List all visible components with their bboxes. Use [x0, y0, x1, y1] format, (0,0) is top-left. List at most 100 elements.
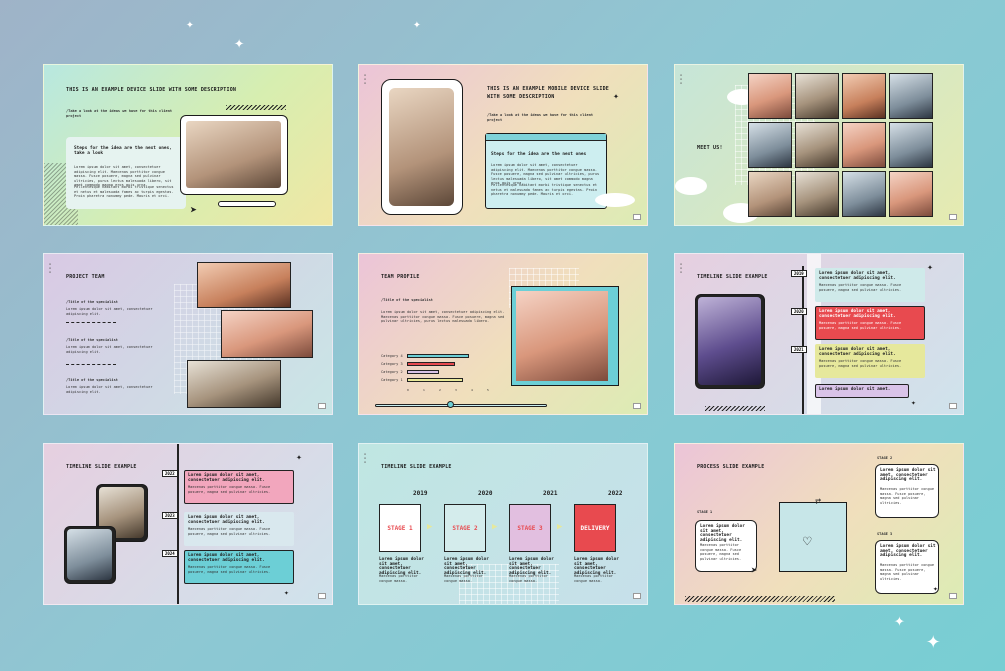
- phone-frame: [381, 79, 463, 215]
- team-photo: [889, 171, 933, 217]
- wave-divider: [66, 364, 116, 367]
- sparkle-icon: ✦: [927, 262, 934, 273]
- process-card-body: Maecenas porttitor congue massa. Fusce p…: [880, 487, 935, 505]
- slide-project-team[interactable]: ▪▪▪ PROJECT TEAM /Title of the specialis…: [43, 253, 333, 415]
- stage-label: STAGE 2: [877, 456, 893, 460]
- cloud-icon: [595, 193, 635, 207]
- timeline-item-title: Lorem ipsum dolor sit amet, consectetuer…: [819, 347, 896, 357]
- decor-stripes: [705, 406, 765, 411]
- page-number: [633, 593, 641, 599]
- sparkle-icon: ✦: [926, 626, 941, 654]
- slider-handle[interactable]: [447, 401, 454, 408]
- timeline-item: Lorem ipsum dolor sit amet, consectetuer…: [184, 470, 294, 504]
- team-photo: [748, 73, 792, 119]
- specialist-photo: [197, 262, 291, 308]
- page-number: [318, 593, 326, 599]
- timeline-photo-frame: [64, 526, 116, 584]
- process-card: Lorem ipsum dolor sit amet, consectetuer…: [875, 464, 939, 518]
- vertical-label: ▪▪▪: [363, 73, 367, 85]
- slider-track[interactable]: [375, 404, 547, 407]
- sparkle-icon: ✦: [186, 17, 194, 32]
- arrow-right-icon: ▶: [557, 522, 563, 532]
- stage-label: STAGE 1: [697, 510, 713, 514]
- slide-team-profile[interactable]: TEAM PROFILE /Title of the specialist Lo…: [358, 253, 648, 415]
- category-bar: [407, 362, 455, 366]
- team-photo: [842, 73, 886, 119]
- slide-timeline-photos[interactable]: TIMELINE SLIDE EXAMPLE 2022 2023 2024 Lo…: [43, 443, 333, 605]
- timeline-year: 2021: [791, 346, 807, 353]
- category-label: Category 3: [381, 362, 403, 366]
- cursor-icon: ➤: [190, 203, 198, 217]
- scale-tick: 4: [471, 388, 473, 392]
- timeline-item-title: Lorem ipsum dolor sit amet, consectetuer…: [819, 309, 896, 319]
- slide-timeline-stages[interactable]: ▪▪▪ TIMELINE SLIDE EXAMPLE 2019 2020 202…: [358, 443, 648, 605]
- page-number: [633, 214, 641, 220]
- slide-process[interactable]: PROCESS SLIDE EXAMPLE STAGE 1 STAGE 2 ST…: [674, 443, 964, 605]
- vertical-label: ▪▪▪: [48, 262, 52, 274]
- arrow-icon: ⇄: [815, 496, 822, 507]
- wave-divider: [66, 322, 116, 325]
- specialist-title: /Title of the specialist: [66, 378, 118, 382]
- timeline-item: Lorem ipsum dolor sit amet, consectetuer…: [184, 512, 294, 546]
- stage-label: STAGE 2: [452, 524, 478, 532]
- timeline-item: Lorem ipsum dolor sit amet, consectetuer…: [184, 550, 294, 584]
- sparkle-icon: ✦: [234, 33, 245, 53]
- timeline-item-title: Lorem ipsum dolor sit amet, consectetuer…: [819, 271, 896, 281]
- decor-stripes: [226, 105, 286, 110]
- category-bar: [407, 378, 463, 382]
- vertical-label: ▪▪▪: [679, 73, 683, 85]
- slide-device[interactable]: THIS IS AN EXAMPLE DEVICE SLIDE WITH SOM…: [43, 64, 333, 226]
- scale-tick: 0: [407, 388, 409, 392]
- specialist-text: Lorem ipsum dolor sit amet, consectetuer…: [66, 307, 153, 316]
- stage-block: STAGE 2: [444, 504, 486, 552]
- monitor-stand: [218, 201, 276, 207]
- specialist-title: /Title of the specialist: [66, 300, 118, 304]
- slide-title: MEET US!: [697, 145, 723, 151]
- stage-text-2: Maecenas porttitor congue massa.: [509, 574, 548, 583]
- team-photo: [748, 171, 792, 217]
- slide-mobile[interactable]: ▪▪▪ THIS IS AN EXAMPLE MOBILE DEVICE SLI…: [358, 64, 648, 226]
- sparkle-icon: ✦: [894, 610, 905, 631]
- slide-subtitle: /Take a look at the ideas we have for th…: [487, 113, 594, 122]
- stage-text-2: Maecenas porttitor congue massa.: [379, 574, 418, 583]
- monitor-frame: [180, 115, 288, 195]
- sparkle-icon: ✦: [284, 588, 289, 597]
- slide-meet-us[interactable]: ▪▪▪ MEET US!: [674, 64, 964, 226]
- timeline-year: 2019: [791, 270, 807, 277]
- slide-subtitle: /Take a look at the ideas we have for th…: [66, 109, 173, 118]
- decor-stripes: [685, 596, 835, 602]
- stage-text-2: Maecenas porttitor congue massa.: [444, 574, 483, 583]
- process-cube: [779, 502, 847, 572]
- slide-timeline-vertical[interactable]: ▪▪▪ TIMELINE SLIDE EXAMPLE 2019 2020 202…: [674, 253, 964, 415]
- profile-photo: [516, 291, 608, 381]
- vertical-label: ▪▪▪: [679, 262, 683, 274]
- team-photo: [889, 122, 933, 168]
- timeline-item-body: Maecenas porttitor congue massa. Fusce p…: [188, 485, 271, 494]
- team-photo: [842, 122, 886, 168]
- timeline-footer-text: Lorem ipsum dolor sit amet.: [819, 387, 891, 392]
- stage-year: 2021: [543, 490, 558, 497]
- profile-text: Lorem ipsum dolor sit amet, consectetuer…: [381, 310, 505, 324]
- cloud-icon: [675, 177, 707, 195]
- scale-tick: 5: [487, 388, 489, 392]
- slide-title: PROJECT TEAM: [66, 274, 105, 280]
- timeline-item-title: Lorem ipsum dolor sit amet, consectetuer…: [188, 515, 265, 525]
- sparkle-icon: ✦: [911, 398, 916, 407]
- timeline-photo: [698, 297, 761, 385]
- arrow-right-icon: ▶: [492, 522, 498, 532]
- team-photo: [795, 171, 839, 217]
- stage-year: 2022: [608, 490, 623, 497]
- stage-label: STAGE 1: [387, 524, 413, 532]
- timeline-photo-frame: [695, 294, 765, 389]
- specialist-title: /Title of the specialist: [381, 298, 433, 302]
- card-title: Steps for the idea are the next ones: [491, 152, 587, 157]
- category-bar: [407, 370, 439, 374]
- process-card: Lorem ipsum dolor sit amet, consectetuer…: [875, 540, 939, 594]
- timeline-item-body: Maecenas porttitor congue massa. Fusce p…: [188, 527, 271, 536]
- page-number: [949, 403, 957, 409]
- timeline-axis: [802, 266, 804, 414]
- category-bar: [407, 354, 469, 358]
- timeline-year: 2023: [162, 512, 178, 519]
- specialist-photo: [221, 310, 313, 358]
- slide-title: TEAM PROFILE: [381, 274, 420, 280]
